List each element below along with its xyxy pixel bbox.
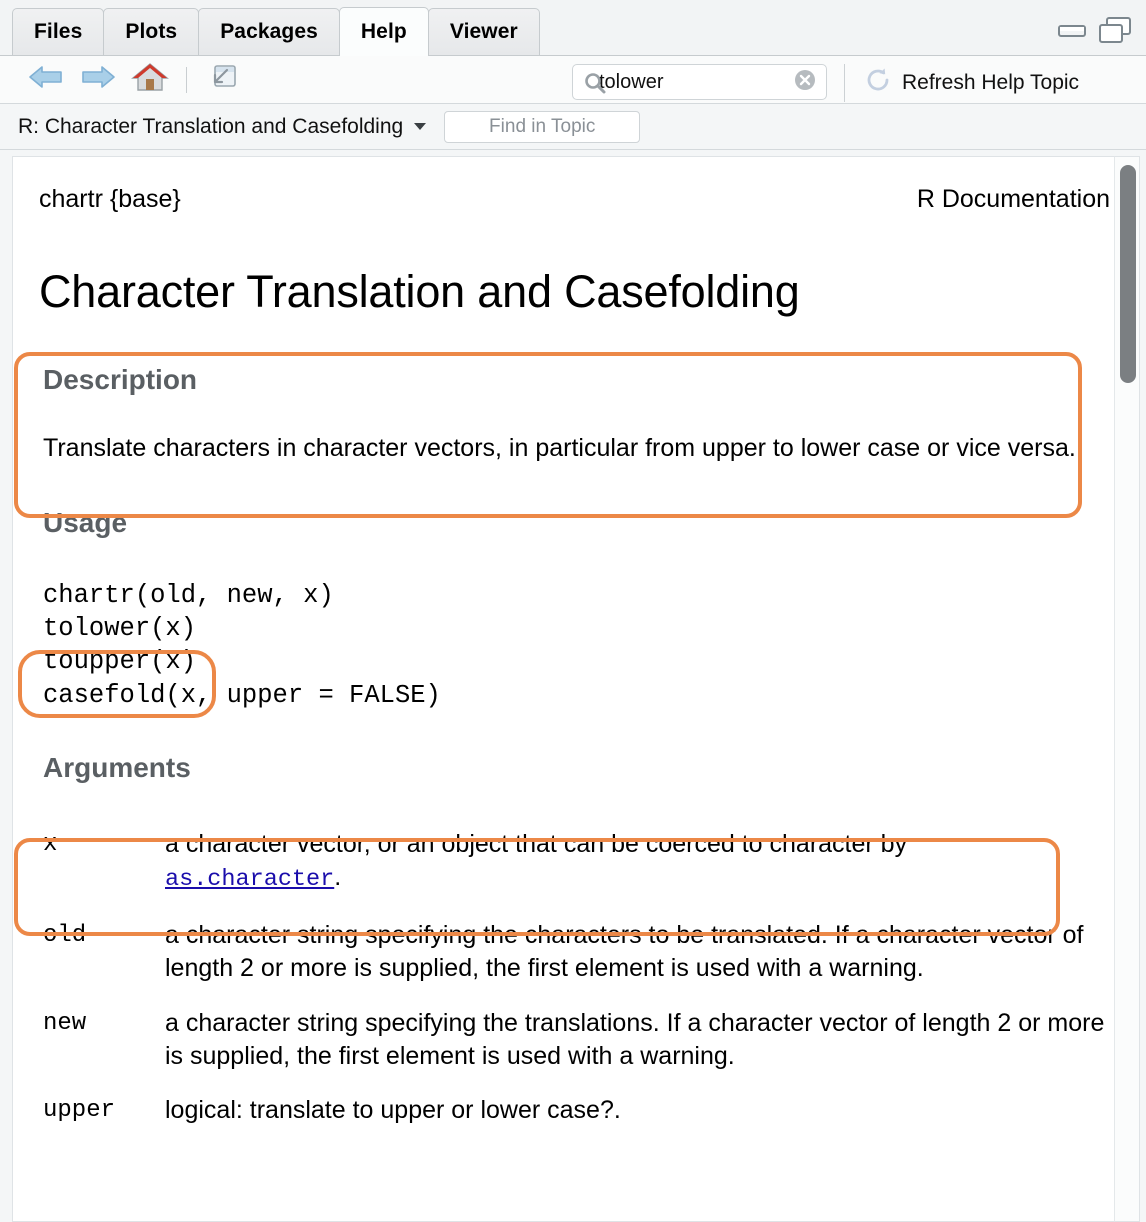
description-text: Translate characters in character vector… (43, 434, 1076, 462)
help-content-area: chartr {base} R Documentation Character … (0, 150, 1146, 1222)
tab-help[interactable]: Help (338, 7, 429, 56)
vertical-scrollbar[interactable] (1114, 156, 1140, 1222)
forward-button[interactable] (78, 63, 118, 97)
search-input[interactable]: tolower (581, 71, 792, 94)
help-document: chartr {base} R Documentation Character … (12, 156, 1140, 1222)
argument-old-row: old a character string specifying the ch… (43, 919, 1113, 985)
tab-bar: Files Plots Packages Help Viewer (0, 0, 1146, 56)
search-icon (583, 71, 607, 100)
back-button[interactable] (26, 63, 66, 97)
topic-title: R: Character Translation and Casefolding (18, 114, 404, 138)
back-arrow-icon (28, 63, 64, 96)
refresh-help-topic-label: Refresh Help Topic (902, 71, 1080, 94)
scrollbar-thumb[interactable] (1120, 165, 1136, 383)
forward-arrow-icon (80, 63, 116, 96)
tab-label: Files (34, 20, 83, 43)
argument-x-row: x a character vector, or an object that … (43, 828, 1045, 896)
window-controls (1058, 16, 1132, 49)
minimize-icon[interactable] (1058, 22, 1086, 43)
find-in-topic-placeholder: Find in Topic (489, 115, 596, 137)
usage-section: Usage chartr(old, new, x) tolower(x) tou… (39, 507, 1114, 712)
tab-label: Help (360, 19, 407, 43)
topic-selector[interactable]: R: Character Translation and Casefolding (18, 114, 427, 139)
as-character-link[interactable]: as.character (165, 866, 334, 893)
arguments-heading: Arguments (43, 751, 191, 783)
arguments-list: x a character vector, or an object that … (43, 828, 1114, 1127)
package-header: chartr {base} (39, 185, 181, 213)
refresh-help-topic-button[interactable]: Refresh Help Topic (864, 66, 1079, 100)
tab-label: Viewer (449, 20, 518, 43)
home-icon (131, 61, 169, 98)
show-in-new-window-icon (204, 63, 238, 96)
tab-packages[interactable]: Packages (198, 8, 340, 55)
argument-name: new (43, 1009, 87, 1037)
topic-bar: R: Character Translation and Casefolding… (0, 104, 1146, 150)
arguments-section: Arguments x a character vector, or an ob… (39, 752, 1114, 1127)
argument-upper-row: upper logical: translate to upper or low… (43, 1094, 1113, 1127)
argument-name: x (43, 830, 58, 858)
toolbar-divider (186, 66, 187, 93)
argument-description: a character vector, or an object that ca… (165, 828, 1045, 896)
toolbar-divider-2 (844, 64, 845, 102)
argument-name: old (43, 922, 87, 950)
argument-description: a character string specifying the charac… (165, 921, 1084, 983)
argument-name: upper (43, 1097, 116, 1125)
search-box[interactable]: tolower (572, 64, 827, 100)
tab-label: Plots (125, 20, 178, 43)
find-in-topic-input[interactable]: Find in Topic (444, 110, 641, 143)
tab-label: Packages (220, 20, 318, 43)
page-title: Character Translation and Casefolding (39, 266, 800, 317)
description-section: Description Translate characters in char… (39, 364, 1114, 465)
tab-files[interactable]: Files (12, 8, 105, 55)
chevron-down-icon (414, 123, 427, 130)
argument-description: logical: translate to upper or lower cas… (165, 1096, 621, 1125)
maximize-restore-icon[interactable] (1098, 16, 1132, 49)
usage-heading: Usage (43, 506, 128, 538)
document-header: chartr {base} R Documentation (39, 157, 1114, 214)
tab-viewer[interactable]: Viewer (427, 8, 540, 55)
argument-description: a character string specifying the transl… (165, 1008, 1105, 1070)
clear-icon[interactable] (792, 67, 818, 98)
description-heading: Description (43, 364, 198, 395)
show-in-new-window-button[interactable] (201, 63, 241, 97)
argument-desc-text: a character vector, or an object that ca… (165, 829, 908, 858)
doc-type-label: R Documentation (916, 185, 1110, 213)
help-pane: Files Plots Packages Help Viewer tolower… (0, 0, 1146, 1222)
home-button[interactable] (130, 63, 170, 97)
tab-plots[interactable]: Plots (103, 8, 200, 55)
refresh-icon (864, 66, 892, 100)
argument-new-row: new a character string specifying the tr… (43, 1007, 1114, 1073)
argument-desc-tail: . (334, 862, 342, 891)
usage-code: chartr(old, new, x) tolower(x) toupper(x… (43, 580, 441, 710)
